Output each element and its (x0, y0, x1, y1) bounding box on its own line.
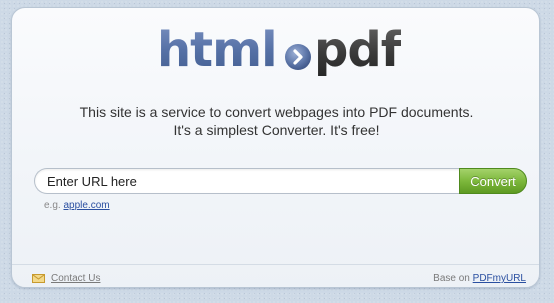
pdfmyurl-link[interactable]: PDFmyURL (473, 273, 526, 284)
intro-line-2: It's a simplest Converter. It's free! (173, 122, 380, 138)
intro-line-1: This site is a service to convert webpag… (79, 104, 474, 120)
example-prefix: e.g. (44, 200, 61, 211)
contact-us-link[interactable]: Contact Us (51, 273, 100, 284)
example-link[interactable]: apple.com (63, 200, 109, 211)
contact: Contact Us (32, 273, 100, 284)
envelope-icon (32, 274, 45, 283)
logo: html pdf (157, 18, 407, 82)
example-hint: e.g. apple.com (44, 200, 110, 211)
base-prefix: Base on (433, 273, 470, 284)
url-input[interactable] (34, 168, 462, 194)
convert-button[interactable]: Convert (459, 168, 527, 194)
base-on: Base on PDFmyURL (433, 273, 526, 284)
main-panel: html pdf This site is a service to conve… (11, 7, 540, 288)
chevron-right-circle-icon (284, 43, 312, 71)
logo-pdf-text: pdf (314, 18, 402, 82)
logo-html-text: html (157, 18, 278, 82)
footer: Contact Us Base on PDFmyURL (12, 264, 539, 289)
